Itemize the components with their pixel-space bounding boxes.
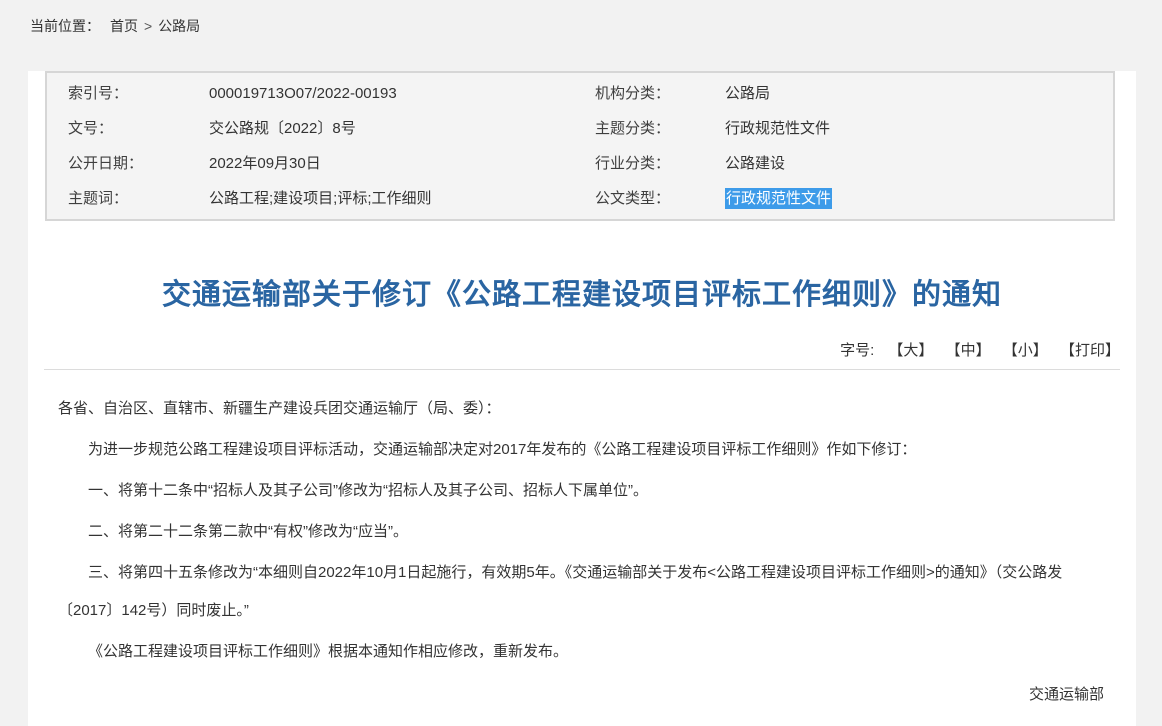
meta-row: 公开日期： 2022年09月30日 行业分类： 公路建设 (47, 146, 1113, 181)
meta-row: 索引号： 000019713O07/2022-00193 机构分类： 公路局 (47, 76, 1113, 111)
paragraph-intro: 为进一步规范公路工程建设项目评标活动，交通运输部决定对2017年发布的《公路工程… (58, 431, 1104, 469)
paragraph-item-1: 一、将第十二条中“招标人及其子公司”修改为“招标人及其子公司、招标人下属单位”。 (58, 472, 1104, 510)
meta-label-industry-category: 行业分类： (595, 146, 725, 181)
meta-value-industry-category: 公路建设 (725, 146, 1113, 181)
meta-value-topic-category: 行政规范性文件 (725, 111, 1113, 146)
meta-value-keywords: 公路工程;建设项目;评标;工作细则 (209, 181, 595, 216)
meta-value-doc-type-highlighted: 行政规范性文件 (725, 188, 832, 209)
signature-org: 交通运输部 (58, 676, 1104, 714)
print-button[interactable]: 【打印】 (1060, 342, 1120, 359)
meta-row: 主题词： 公路工程;建设项目;评标;工作细则 公文类型： 行政规范性文件 (47, 181, 1113, 216)
font-size-label: 字号: (840, 342, 874, 359)
paragraph-item-3: 三、将第四十五条修改为“本细则自2022年10月1日起施行，有效期5年。《交通运… (58, 554, 1104, 630)
font-large-button[interactable]: 【大】 (888, 342, 933, 359)
font-medium-button[interactable]: 【中】 (946, 342, 991, 359)
meta-label-index-no: 索引号： (68, 76, 209, 111)
breadcrumb-label: 当前位置： (30, 18, 100, 34)
meta-label-doc-type: 公文类型： (595, 181, 725, 216)
font-size-bar: 字号: 【大】 【中】 【小】 【打印】 (28, 339, 1136, 360)
meta-label-keywords: 主题词： (68, 181, 209, 216)
font-small-button[interactable]: 【小】 (1003, 342, 1048, 359)
document-body: 各省、自治区、直辖市、新疆生产建设兵团交通运输厅（局、委）： 为进一步规范公路工… (28, 370, 1136, 726)
meta-label-publish-date: 公开日期： (68, 146, 209, 181)
meta-value-index-no: 000019713O07/2022-00193 (209, 76, 595, 111)
meta-value-org-category: 公路局 (725, 76, 1113, 111)
paragraph-closing: 《公路工程建设项目评标工作细则》根据本通知作相应修改，重新发布。 (58, 633, 1104, 671)
breadcrumb-separator: > (144, 18, 152, 34)
meta-value-publish-date: 2022年09月30日 (209, 146, 595, 181)
meta-label-org-category: 机构分类： (595, 76, 725, 111)
meta-table: 索引号： 000019713O07/2022-00193 机构分类： 公路局 文… (45, 71, 1115, 221)
meta-value-doc-no: 交公路规〔2022〕8号 (209, 111, 595, 146)
meta-label-doc-no: 文号： (68, 111, 209, 146)
paragraph-item-2: 二、将第二十二条第二款中“有权”修改为“应当”。 (58, 513, 1104, 551)
meta-row: 文号： 交公路规〔2022〕8号 主题分类： 行政规范性文件 (47, 111, 1113, 146)
document-card: 索引号： 000019713O07/2022-00193 机构分类： 公路局 文… (28, 71, 1136, 726)
meta-label-topic-category: 主题分类： (595, 111, 725, 146)
signature-date: 2022年9月30日 (58, 717, 1104, 726)
document-title: 交通运输部关于修订《公路工程建设项目评标工作细则》的通知 (68, 271, 1096, 313)
breadcrumb-home-link[interactable]: 首页 (110, 18, 138, 34)
breadcrumb: 当前位置： 首页 > 公路局 (0, 0, 1162, 50)
paragraph-salutation: 各省、自治区、直辖市、新疆生产建设兵团交通运输厅（局、委）： (58, 390, 1104, 428)
breadcrumb-section-link[interactable]: 公路局 (158, 18, 200, 34)
